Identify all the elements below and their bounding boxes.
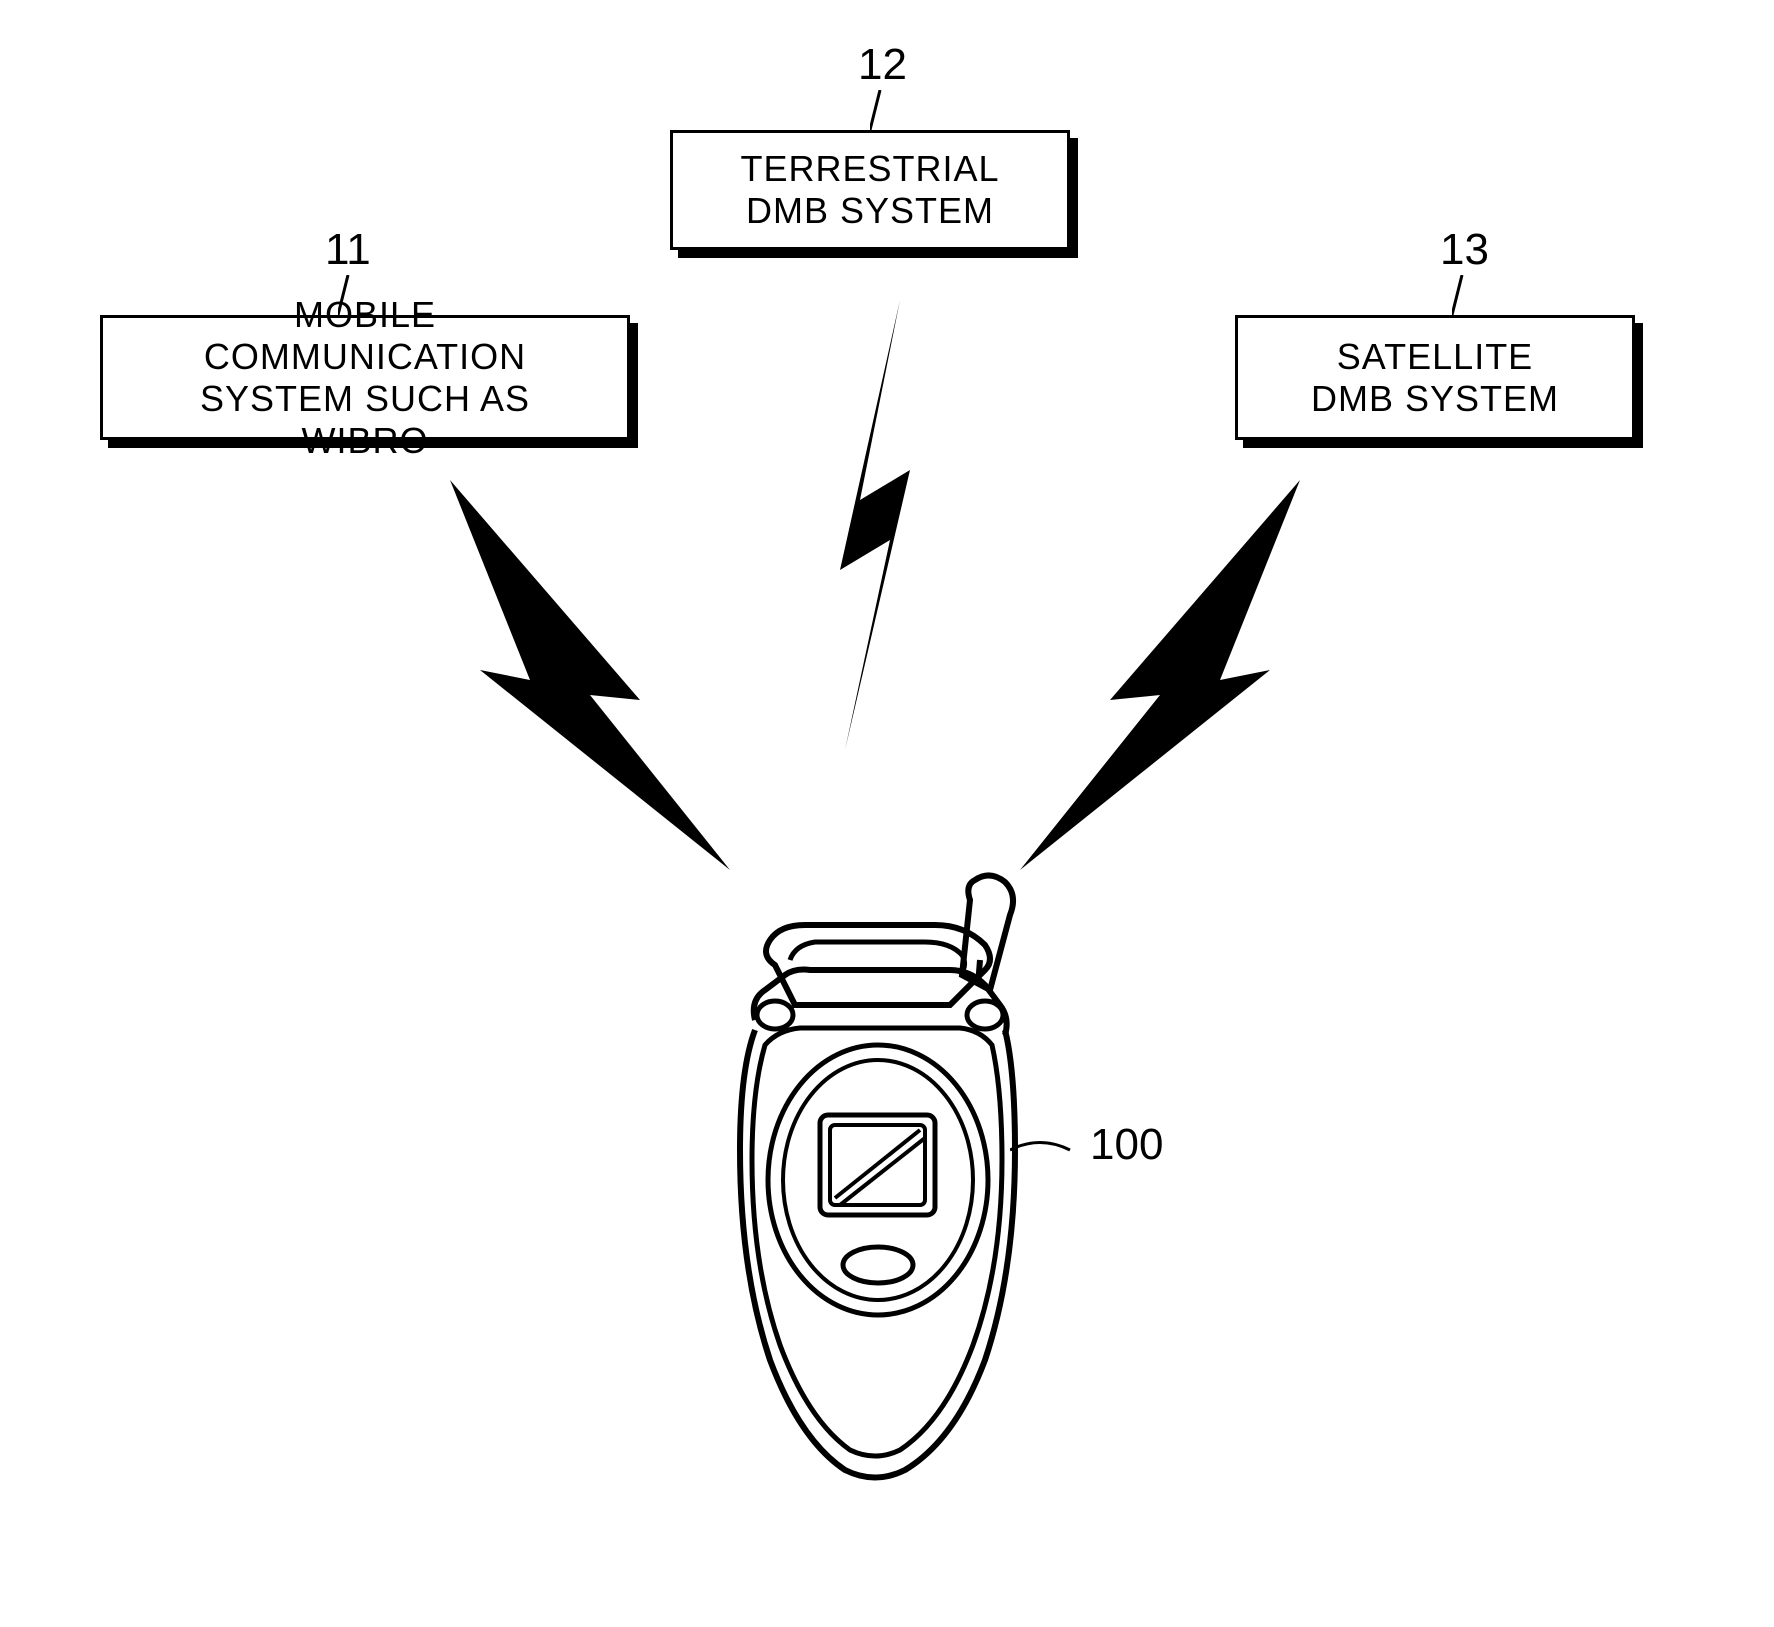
mobile-phone-icon	[700, 870, 1070, 1490]
signal-bolt-left	[400, 480, 730, 870]
ref-label-center: 12	[858, 40, 907, 90]
network-diagram: 12 TERRESTRIAL DMB SYSTEM 11 MOBILE COMM…	[0, 0, 1774, 1627]
ref-label-phone: 100	[1090, 1120, 1163, 1170]
satellite-dmb-label: SATELLITE DMB SYSTEM	[1311, 336, 1559, 420]
mobile-comm-box: MOBILE COMMUNICATION SYSTEM SUCH AS WIBR…	[100, 315, 630, 440]
satellite-dmb-box: SATELLITE DMB SYSTEM	[1235, 315, 1635, 440]
leader-line-phone	[1010, 1135, 1080, 1165]
signal-bolt-center	[810, 300, 960, 750]
signal-bolt-right	[1020, 480, 1350, 870]
ref-label-left: 11	[325, 225, 371, 275]
terrestrial-dmb-label: TERRESTRIAL DMB SYSTEM	[740, 148, 999, 232]
mobile-comm-label: MOBILE COMMUNICATION SYSTEM SUCH AS WIBR…	[133, 294, 597, 462]
terrestrial-dmb-box: TERRESTRIAL DMB SYSTEM	[670, 130, 1070, 250]
ref-label-right: 13	[1440, 225, 1489, 275]
